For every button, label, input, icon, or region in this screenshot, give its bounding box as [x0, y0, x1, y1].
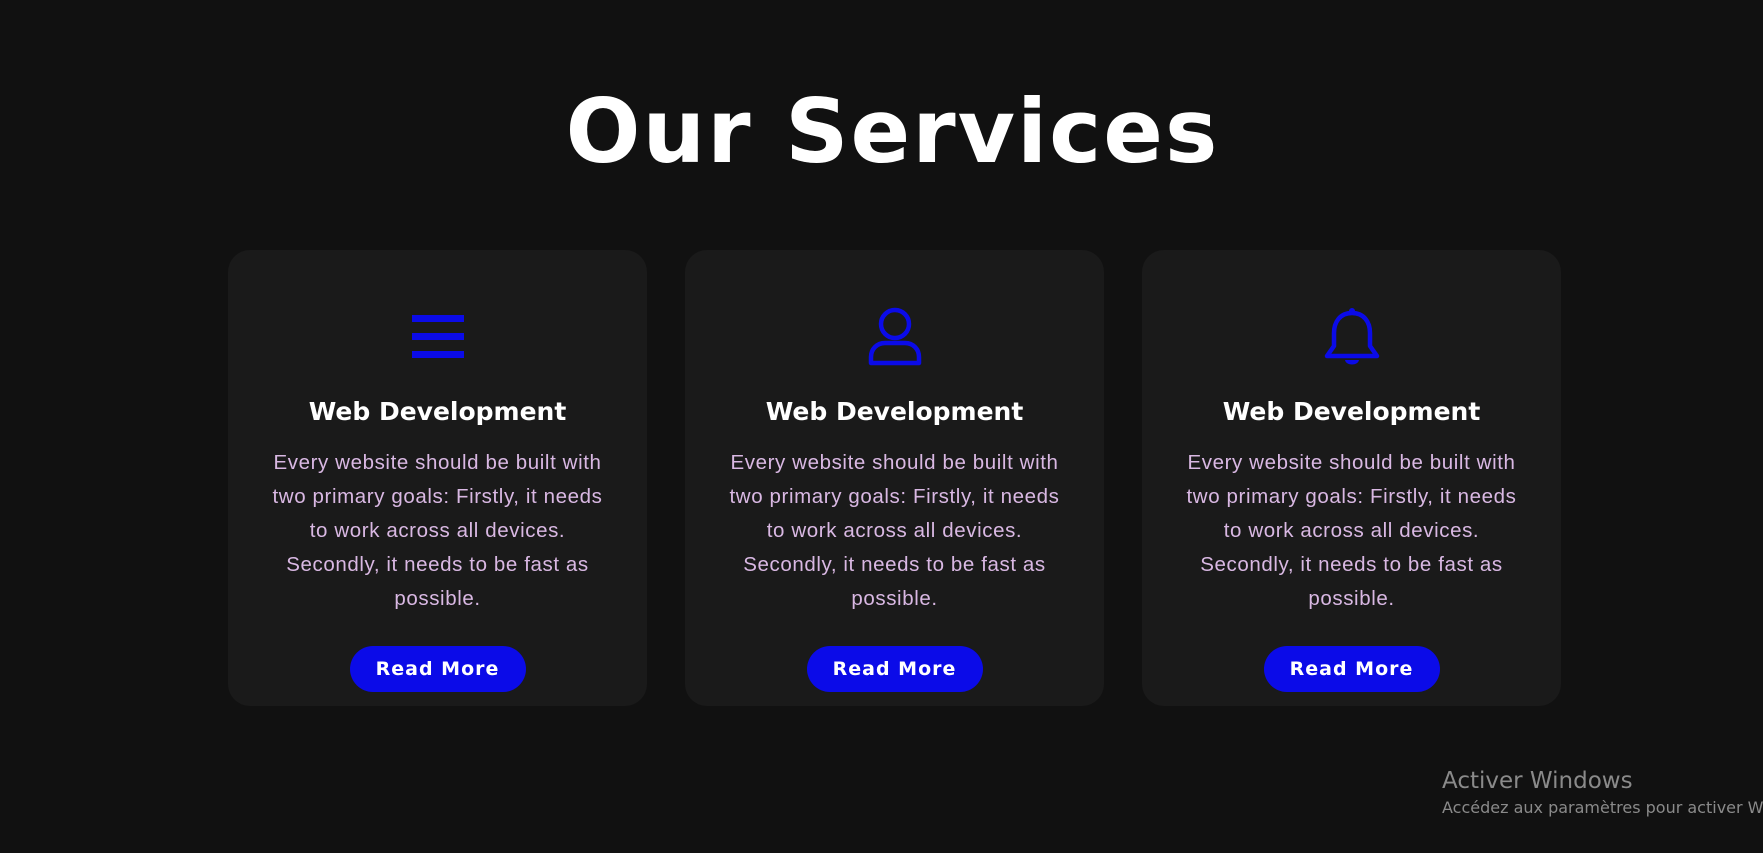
card-title: Web Development: [1222, 397, 1481, 426]
card-title: Web Development: [765, 397, 1024, 426]
watermark-subtitle: Accédez aux paramètres pour activer Wind…: [1442, 798, 1763, 817]
watermark-title: Activer Windows: [1442, 768, 1633, 794]
card-description: Every website should be built with two p…: [272, 451, 603, 610]
read-more-button[interactable]: Read More: [806, 646, 983, 692]
services-card-list: Web Development Every website should be …: [228, 250, 1561, 706]
read-more-button[interactable]: Read More: [349, 646, 526, 692]
section-title: Our Services: [565, 80, 1220, 183]
service-card-web-development-3: Web Development Every website should be …: [1142, 250, 1561, 706]
menu-bars-icon: [411, 315, 464, 358]
windows-activation-watermark: Activer Windows Accédez aux paramètres p…: [1442, 766, 1763, 820]
card-description: Every website should be built with two p…: [1186, 451, 1517, 610]
bell-icon: [1324, 308, 1379, 365]
user-icon: [868, 307, 921, 366]
service-card-web-development-2: Web Development Every website should be …: [685, 250, 1104, 706]
card-description: Every website should be built with two p…: [729, 451, 1060, 610]
card-title: Web Development: [308, 397, 567, 426]
service-card-web-development-1: Web Development Every website should be …: [228, 250, 647, 706]
read-more-button[interactable]: Read More: [1263, 646, 1440, 692]
